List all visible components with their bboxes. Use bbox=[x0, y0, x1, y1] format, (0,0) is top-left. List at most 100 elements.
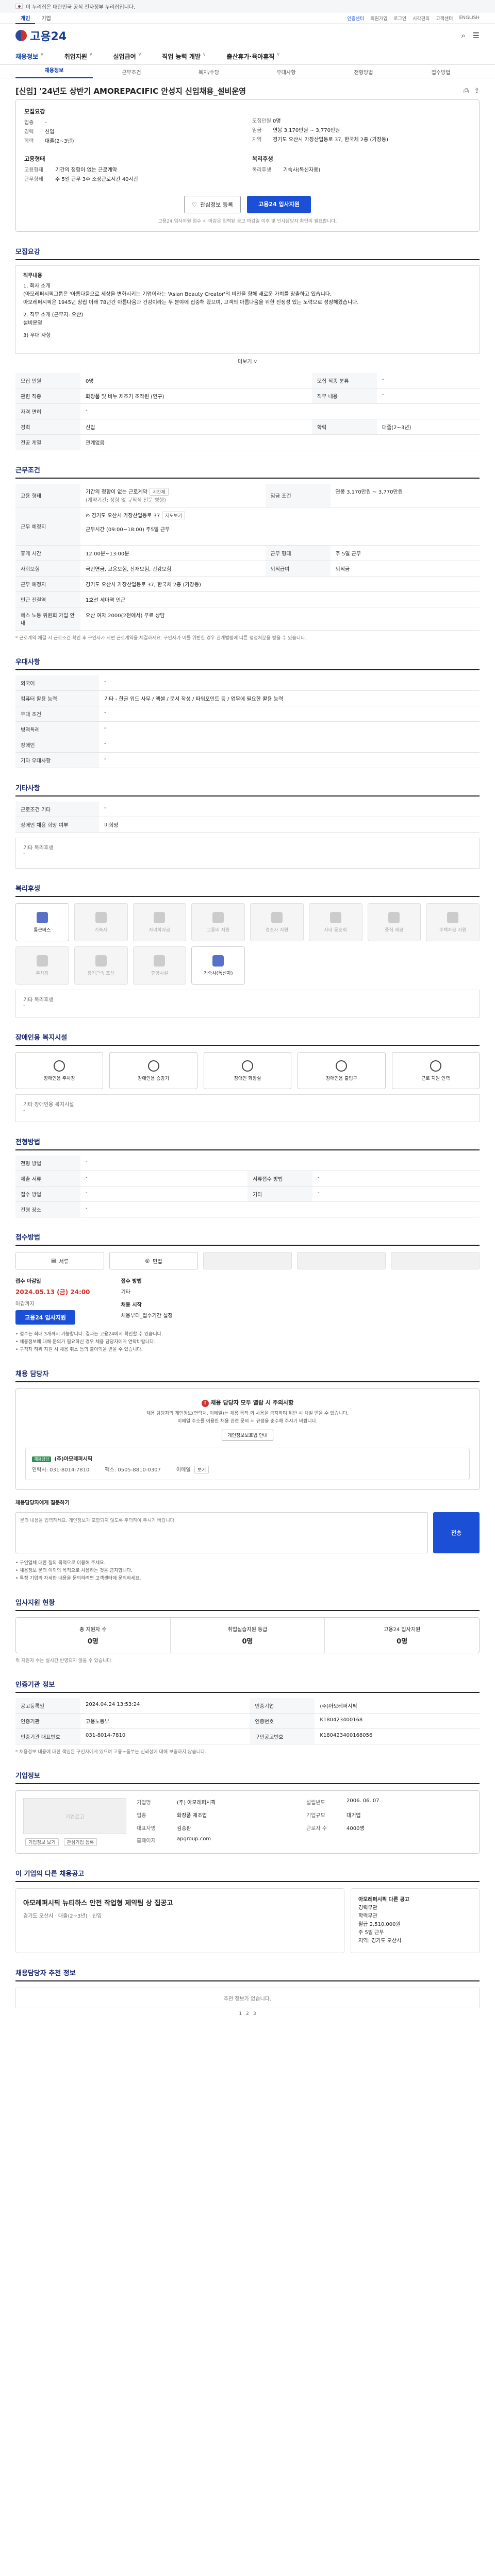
corp-interest-button[interactable]: 관심기업 등록 bbox=[63, 1838, 97, 1846]
logo-text: 고용24 bbox=[30, 30, 67, 43]
section-selection: 전형방법 전형 방법 - 제출 서류 - 서류접수 방법 - 접수 방법 - 기타 - 전형 … bbox=[15, 1137, 480, 1217]
tab-personal[interactable]: 개인 bbox=[15, 12, 36, 24]
gnb-employment-support[interactable]: 취업지원 ∨ bbox=[64, 52, 93, 61]
apply-notes: 접수는 최대 3개까지 가능합니다. 결과는 고용24에서 확인할 수 있습니다… bbox=[15, 1331, 480, 1354]
manager-box: ! 채용 담당자 모두 열람 시 주의사항 채용 담당자의 개인정보(연락처, … bbox=[15, 1388, 480, 1490]
location-icon: ⊙ bbox=[86, 513, 90, 519]
step-interview[interactable]: ◎ 면접 bbox=[109, 1252, 198, 1269]
page-link[interactable]: 1 bbox=[239, 2011, 242, 2016]
logo[interactable]: 고용24 bbox=[15, 27, 67, 44]
question-input[interactable] bbox=[15, 1512, 428, 1553]
status-item: 총 지원자 수 0명 bbox=[16, 1618, 171, 1653]
section-disabled: 장애인용 복지시설 장애인용 주차장 장애인용 승강기 장애인 화장실 장애인용… bbox=[15, 1032, 480, 1122]
benefit-grid: 통근버스 기숙사 자녀학자금 교통비 지원 경조사 지원 사내 동호회 중식 제… bbox=[15, 903, 480, 985]
benefit-other: 기타 복리후생 - bbox=[15, 990, 480, 1018]
english-link[interactable]: ENGLISH bbox=[459, 15, 480, 21]
benefit-item: 자녀학자금 bbox=[133, 903, 187, 941]
section-benefits: 복리후생 통근버스 기숙사 자녀학자금 교통비 지원 경조사 지원 사내 동호회… bbox=[15, 883, 480, 1018]
status-item: 고용24 입사지원 0명 bbox=[384, 1627, 421, 1646]
share-icon[interactable]: ⇪ bbox=[474, 87, 480, 95]
subtab-cond[interactable]: 근무조건 bbox=[93, 68, 170, 76]
method-steps: ▤ 서류 ◎ 면접 bbox=[15, 1252, 480, 1269]
page-link[interactable]: 3 bbox=[253, 2011, 256, 2016]
gnb-training[interactable]: 직업 능력 개발 ∨ bbox=[162, 52, 206, 61]
section-corp: 기업정보 기업로고 기업정보 보기 관심기업 등록 기업명 (주) 아모레퍼시픽 설… bbox=[15, 1770, 480, 1854]
subtab-benefit[interactable]: 복지/수당 bbox=[170, 68, 248, 76]
header: 고용24 ⌕ ☰ bbox=[0, 24, 495, 47]
summary-heading: 모집요강 bbox=[24, 108, 45, 115]
chevron-down-icon: ∨ bbox=[253, 359, 258, 365]
warning-icon: ! bbox=[201, 1400, 209, 1407]
subtab-pref[interactable]: 우대사항 bbox=[248, 68, 325, 76]
section-method: 접수방법 ▤ 서류 ◎ 면접 접수 마감일 2024.05.13 (금) 24:00… bbox=[15, 1232, 480, 1354]
selection-table: 전형 방법 - 제출 서류 - 서류접수 방법 - 접수 방법 - 기타 - 전형 장소 - bbox=[15, 1156, 480, 1217]
conditions-table: 고용 형태 기간의 정함이 없는 근로계약 시간제 (계약기간: 정함 없 규칙적 … bbox=[15, 484, 480, 631]
job-summary: 모집요강 업종- 경력신입 학력대졸(2~3년) . 모집인원0명 임금연봉 3… bbox=[15, 99, 480, 232]
pager: 1 2 3 bbox=[15, 2011, 480, 2016]
benefit-item: 휴양시설 bbox=[133, 946, 187, 985]
graduation-icon bbox=[154, 911, 166, 923]
section-tabs: 채용정보 근무조건 복지/수당 우대사항 전형방법 접수방법 bbox=[0, 65, 495, 78]
search-icon[interactable]: ⌕ bbox=[461, 31, 465, 40]
step-empty bbox=[203, 1252, 292, 1269]
reco-empty: 추천 정보가 없습니다. bbox=[15, 1988, 480, 2008]
benefit-item: 통근버스 bbox=[15, 903, 69, 941]
preferences-table: 외국어 - 컴퓨터 활용 능력 기타 - 한글 워드 사무 / 엑셀 / 문서 작성… bbox=[15, 675, 480, 768]
visual-link[interactable]: 시각편의 bbox=[412, 15, 430, 22]
other-jobs: 아모레퍼시픽 뉴티하스 안전 작업형 제약팀 상 집공고 경기도 오산시 · 대… bbox=[15, 1888, 480, 1953]
job-description: 직무내용 1. 회사 소개 (아모레퍼시픽그룹은 '아름다움으로 세상을 변화시… bbox=[15, 265, 480, 354]
other-job-card[interactable]: 아모레퍼시픽 뉴티하스 안전 작업형 제약팀 상 집공고 경기도 오산시 · 대… bbox=[15, 1888, 344, 1953]
more-button[interactable]: 더보기 ∨ bbox=[15, 354, 480, 368]
etc-box: 기타 복리후생 - bbox=[15, 838, 480, 869]
parking-icon bbox=[54, 1060, 65, 1072]
benefit-item: 주택자금 지원 bbox=[426, 903, 480, 941]
benefit-item: 기숙사(독신자) bbox=[191, 946, 245, 985]
benefit-item: 중식 제공 bbox=[367, 903, 421, 941]
customer-center-link[interactable]: 고객센터 bbox=[436, 15, 453, 22]
login-link[interactable]: 로그인 bbox=[393, 15, 406, 22]
parking-icon bbox=[36, 955, 48, 967]
content: [신입] '24년도 상반기 AMOREPACIFIC 안성지 신입채용_설비운… bbox=[15, 78, 480, 2027]
info-table: 공고등록일 2024.04.24 13:53:24 인증기업 (주)아모레퍼시픽 인증… bbox=[15, 1698, 480, 1744]
signup-link[interactable]: 회원가입 bbox=[370, 15, 387, 22]
send-button[interactable]: 전송 bbox=[433, 1512, 480, 1553]
subtab-recruit[interactable]: 채용정보 bbox=[15, 65, 93, 78]
question-form: 전송 bbox=[15, 1512, 480, 1553]
facility-item: 장애인용 출입구 bbox=[298, 1052, 386, 1089]
gov-banner: 이 누리집은 대한민국 공식 전자정부 누리집입니다. bbox=[0, 0, 495, 12]
gnb-job-info[interactable]: 채용정보 ∨ bbox=[15, 52, 44, 61]
subtab-selection[interactable]: 전형방법 bbox=[325, 68, 402, 76]
cert-center-link[interactable]: 인증센터 bbox=[347, 15, 364, 22]
people-icon bbox=[329, 911, 341, 923]
email-view-button[interactable]: 보기 bbox=[194, 1466, 209, 1473]
section-recruit: 모집요강 직무내용 1. 회사 소개 (아모레퍼시픽그룹은 '아름다움으로 세상… bbox=[15, 246, 480, 450]
disabled-grid: 장애인용 주차장 장애인용 승강기 장애인 화장실 장애인용 출입구 근로 지원… bbox=[15, 1052, 480, 1089]
map-button[interactable]: 지도보기 bbox=[162, 512, 186, 519]
section-info: 인증기관 정보 공고등록일 2024.04.24 13:53:24 인증기업 (주)아… bbox=[15, 1679, 480, 1756]
gnb-leave[interactable]: 출산휴가·육아휴직 ∨ bbox=[227, 52, 280, 61]
house-icon bbox=[95, 911, 107, 923]
print-icon[interactable]: ⎙ bbox=[464, 87, 469, 95]
elevator-icon bbox=[147, 1060, 159, 1072]
menu-icon[interactable]: ☰ bbox=[473, 31, 480, 40]
chevron-down-icon: ∨ bbox=[138, 52, 142, 57]
save-interest-button[interactable]: ♡ 관심정보 등록 bbox=[184, 196, 241, 213]
apply-button-2[interactable]: 고용24 입사지원 bbox=[15, 1310, 75, 1325]
step-empty bbox=[297, 1252, 386, 1269]
tab-company[interactable]: 기업 bbox=[36, 12, 56, 24]
status-item: 취업실습지원 등급 0명 bbox=[171, 1618, 325, 1653]
privacy-button[interactable]: 개인정보보호법 안내 bbox=[222, 1430, 273, 1440]
document-icon: ▤ bbox=[51, 1258, 56, 1264]
medal-icon bbox=[95, 955, 107, 967]
section-status: 입사지원 현황 총 지원자 수 0명 취업실습지원 등급 0명 고용24 입사지원 0… bbox=[15, 1597, 480, 1665]
dormitory-icon bbox=[212, 955, 224, 967]
main-nav: 채용정보 ∨ 취업지원 ∨ 실업급여 ∨ 직업 능력 개발 ∨ 출산휴가·육아휴직 ∨ bbox=[0, 47, 495, 65]
subtab-method[interactable]: 접수방법 bbox=[402, 68, 480, 76]
corp-info-button[interactable]: 기업정보 보기 bbox=[25, 1838, 59, 1846]
apply-button[interactable]: 고용24 입사지원 bbox=[247, 196, 311, 213]
other-job-side: 아모레퍼시픽 다른 공고 경력무관 학력무관 월급 2,510,000원 주 5… bbox=[351, 1888, 480, 1953]
gnb-unemployment[interactable]: 실업급여 ∨ bbox=[113, 52, 142, 61]
benefit-item: 교통비 지원 bbox=[191, 903, 245, 941]
page-link[interactable]: 2 bbox=[246, 2011, 249, 2016]
step-document[interactable]: ▤ 서류 bbox=[15, 1252, 104, 1269]
